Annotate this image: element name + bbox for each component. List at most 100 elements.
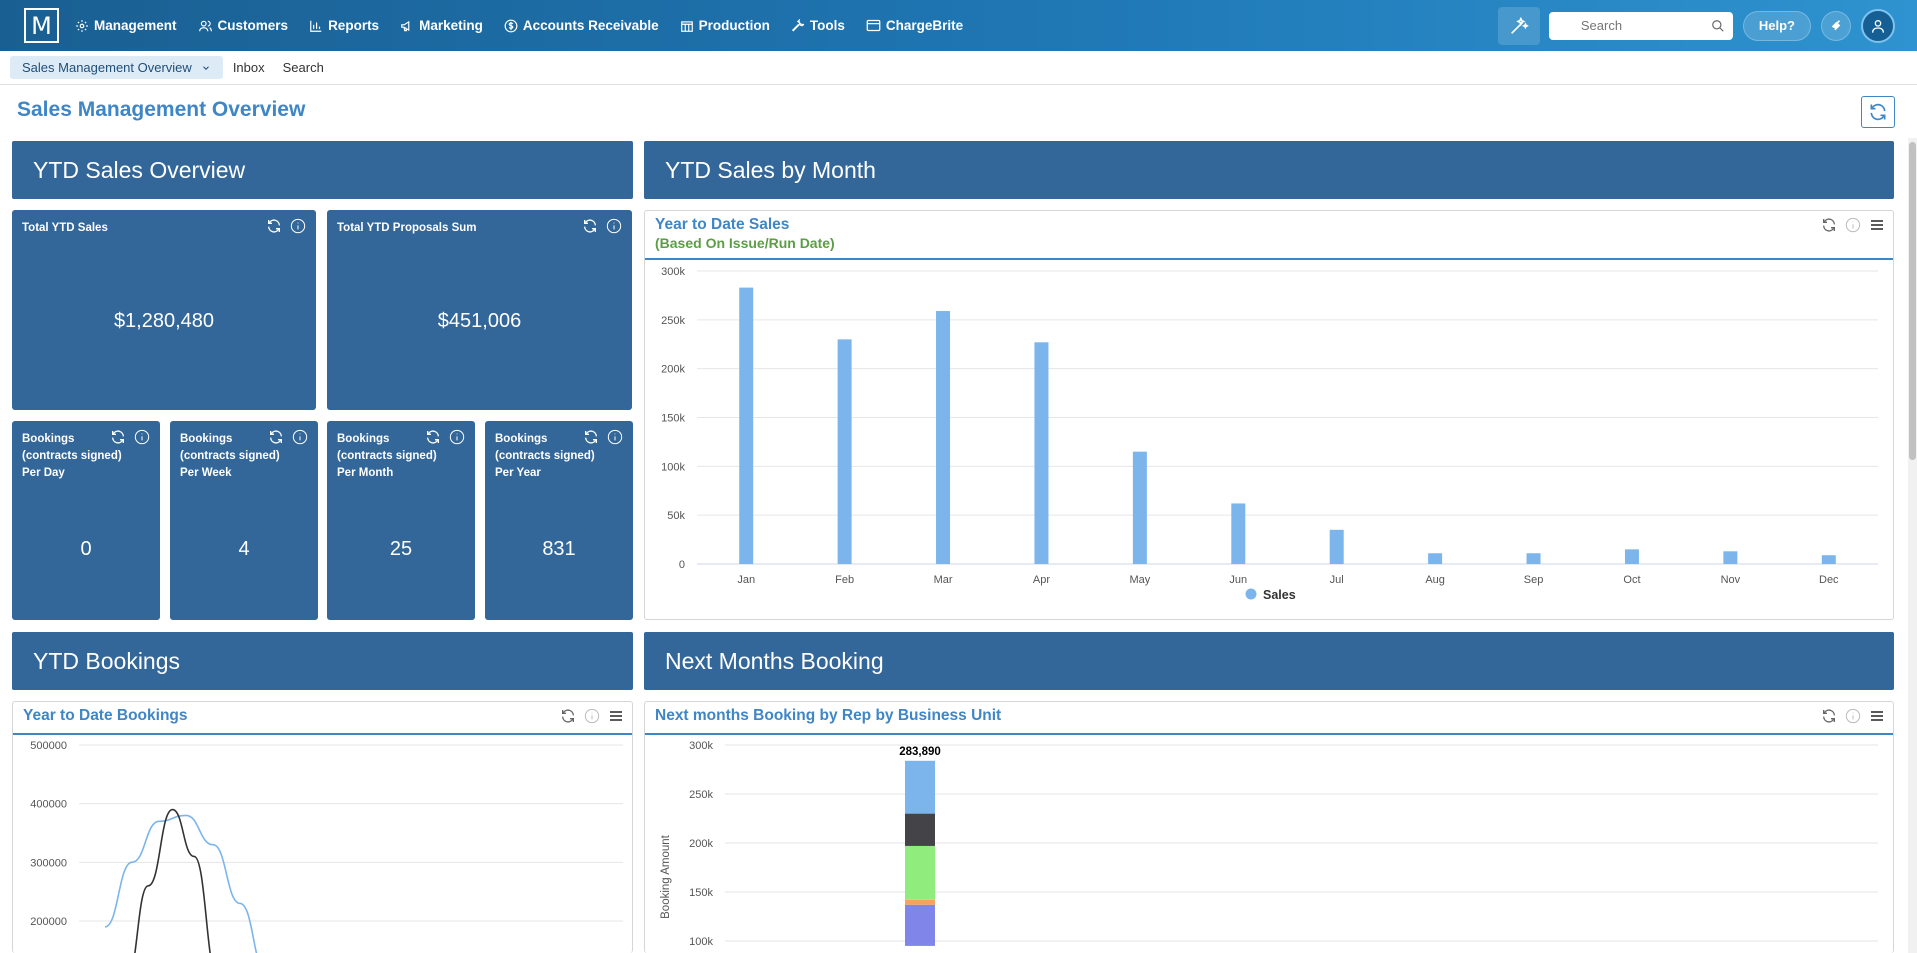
section-next-months-booking: Next Months Booking xyxy=(644,632,1894,690)
scrollbar-thumb[interactable] xyxy=(1909,142,1916,460)
section-ytd-bookings-label: YTD Bookings xyxy=(33,647,181,674)
tile-bookings-line2: (contracts signed) xyxy=(495,450,595,462)
section-ytd-sales-by-month: YTD Sales by Month xyxy=(644,141,1894,199)
refresh-icon[interactable] xyxy=(266,218,282,234)
nav-production[interactable]: Production xyxy=(680,18,770,33)
bar xyxy=(739,287,754,564)
x-tick-label: Mar xyxy=(934,574,953,586)
info-icon[interactable] xyxy=(606,218,622,234)
nav-accounts-receivable[interactable]: Accounts Receivable xyxy=(504,18,659,33)
announcements-button[interactable] xyxy=(1821,10,1851,41)
bar xyxy=(1034,342,1049,564)
panel-ytd-sales-chart: Year to Date Sales (Based On Issue/Run D… xyxy=(644,210,1894,620)
y-tick-label: 500000 xyxy=(30,740,67,752)
bar xyxy=(1526,553,1541,564)
x-tick-label: Jul xyxy=(1330,574,1344,586)
tile-total-ytd-proposals-label: Total YTD Proposals Sum xyxy=(337,222,477,234)
dollar-circle-icon xyxy=(504,19,518,32)
x-tick-label: Jan xyxy=(737,574,755,586)
nav-customers-label: Customers xyxy=(217,18,289,33)
refresh-icon[interactable] xyxy=(268,429,284,445)
y-tick-label: 0 xyxy=(679,559,685,571)
tile-bookings-per-month: Bookings (contracts signed) Per Month 25 xyxy=(327,421,475,620)
y-tick-label: 300000 xyxy=(30,857,67,869)
info-icon[interactable] xyxy=(134,429,150,445)
hamburger-menu-icon[interactable] xyxy=(1869,217,1885,233)
tile-bookings-line3: Per Week xyxy=(180,467,232,479)
tile-bookings-per-week-value: 4 xyxy=(238,538,250,560)
help-button[interactable]: Help? xyxy=(1742,10,1811,41)
tile-bookings-per-month-value: 25 xyxy=(389,538,413,560)
nav-marketing[interactable]: Marketing xyxy=(400,18,483,33)
search-icon[interactable] xyxy=(1711,19,1725,33)
tile-bookings-line3: Per Year xyxy=(495,467,541,479)
refresh-dashboard-button[interactable] xyxy=(1861,96,1895,128)
ytd-bookings-line-chart: 200000 300000 400000 500000 xyxy=(30,740,623,953)
tile-total-ytd-sales-value: $1,280,480 xyxy=(113,310,215,332)
refresh-icon[interactable] xyxy=(1821,217,1837,233)
y-tick-label: 200k xyxy=(661,364,685,376)
y-tick-label: 100k xyxy=(661,461,685,473)
global-search[interactable] xyxy=(1548,11,1733,40)
search-input[interactable] xyxy=(1580,18,1725,33)
tab-inbox[interactable]: Inbox xyxy=(233,60,265,75)
refresh-icon[interactable] xyxy=(560,708,576,724)
tile-total-ytd-sales-label: Total YTD Sales xyxy=(22,222,108,234)
nav-tools[interactable]: Tools xyxy=(791,18,845,33)
building-icon xyxy=(680,20,693,32)
stacked-bar-segment xyxy=(905,813,935,846)
y-tick-label: 300k xyxy=(689,740,713,752)
y-axis-label: Booking Amount xyxy=(660,834,672,919)
chevron-down-icon xyxy=(202,65,209,70)
users-icon xyxy=(198,20,212,31)
app-logo[interactable]: M xyxy=(24,8,59,43)
nav-management[interactable]: Management xyxy=(75,18,177,33)
tile-bookings-line3: Per Month xyxy=(337,467,394,479)
hamburger-menu-icon[interactable] xyxy=(1869,708,1885,724)
refresh-icon[interactable] xyxy=(1821,708,1837,724)
tile-bookings-line3: Per Day xyxy=(22,467,65,479)
panel-subtitle: (Based On Issue/Run Date) xyxy=(655,235,835,251)
tile-bookings-per-day: Bookings (contracts signed) Per Day 0 xyxy=(12,421,160,620)
legend-marker xyxy=(1245,588,1257,600)
nav-reports[interactable]: Reports xyxy=(309,18,379,33)
stacked-bar-segment xyxy=(905,904,935,946)
nav-chargebrite[interactable]: ChargeBrite xyxy=(866,18,963,33)
refresh-icon[interactable] xyxy=(583,429,599,445)
info-icon[interactable] xyxy=(584,708,600,724)
top-nav-bar: M Management Customers Reports Marketing… xyxy=(0,0,1917,51)
info-icon[interactable] xyxy=(1845,708,1861,724)
tile-bookings-line1: Bookings xyxy=(337,433,390,445)
stacked-bar-segment xyxy=(905,899,935,905)
tile-bookings-label: Bookings (contracts signed) Per Week xyxy=(180,431,280,482)
next-months-stacked-bar-chart: 100k 150k 200k 250k 300k Booking Amount 283,89… xyxy=(660,740,1878,948)
info-icon[interactable] xyxy=(449,429,465,445)
tile-bookings-per-year-value: 831 xyxy=(542,538,576,560)
y-tick-label: 300k xyxy=(661,266,685,278)
hamburger-menu-icon[interactable] xyxy=(608,708,624,724)
y-tick-label: 200k xyxy=(689,838,713,850)
tab-search[interactable]: Search xyxy=(283,60,324,75)
refresh-icon[interactable] xyxy=(110,429,126,445)
refresh-icon[interactable] xyxy=(582,218,598,234)
section-next-months-booking-label: Next Months Booking xyxy=(665,647,884,674)
tile-bookings-label: Bookings (contracts signed) Per Year xyxy=(495,431,595,482)
info-icon[interactable] xyxy=(290,218,306,234)
nav-customers[interactable]: Customers xyxy=(198,18,289,33)
user-avatar[interactable] xyxy=(1861,8,1895,43)
tile-bookings-line1: Bookings xyxy=(495,433,548,445)
info-icon[interactable] xyxy=(292,429,308,445)
nav-tools-label: Tools xyxy=(809,18,845,33)
megaphone-icon xyxy=(401,20,410,31)
refresh-icon[interactable] xyxy=(425,429,441,445)
magic-wand-button[interactable] xyxy=(1497,6,1540,45)
info-icon[interactable] xyxy=(1845,217,1861,233)
info-icon[interactable] xyxy=(607,429,623,445)
tile-bookings-label: Bookings (contracts signed) Per Month xyxy=(337,431,437,482)
tile-bookings-line2: (contracts signed) xyxy=(180,450,280,462)
page-scrollbar[interactable] xyxy=(1908,138,1917,953)
tab-sales-management-overview[interactable]: Sales Management Overview xyxy=(10,56,223,79)
x-tick-label: Feb xyxy=(835,574,854,586)
panel-title: Year to Date Sales xyxy=(655,216,790,233)
x-tick-label: Apr xyxy=(1033,574,1050,586)
